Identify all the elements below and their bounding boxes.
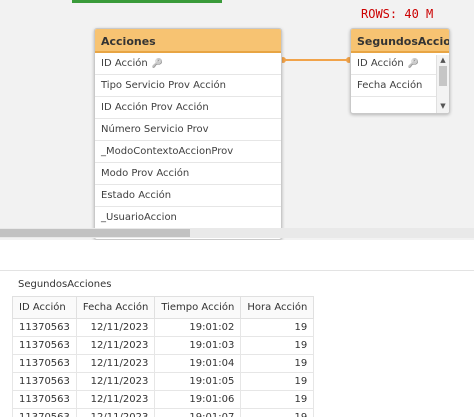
- table-cell: 19:01:04: [154, 354, 242, 373]
- table-cell: 19:01:03: [154, 336, 242, 355]
- preview-table-title: SegundosAcciones: [18, 279, 112, 290]
- table-row: 11370563 12/11/2023 19:01:06 19: [12, 390, 315, 409]
- table-cell: 12/11/2023: [75, 318, 156, 337]
- table-card-title[interactable]: Acciones: [95, 29, 281, 53]
- table-row: 11370563 12/11/2023 19:01:04 19: [12, 354, 315, 373]
- column-header[interactable]: Hora Acción: [240, 296, 315, 319]
- field-row[interactable]: Tipo Servicio Prov Acción: [95, 75, 281, 97]
- table-cell: 19: [240, 408, 315, 417]
- field-label: _UsuarioAccion: [101, 212, 177, 223]
- field-row[interactable]: ID Acción 🔑: [95, 53, 281, 75]
- table-header-row: ID Acción Fecha Acción Tiempo Acción Hora A…: [12, 296, 315, 319]
- data-preview-table: ID Acción Fecha Acción Tiempo Acción Hora A…: [12, 296, 315, 417]
- table-cell: 19: [240, 336, 315, 355]
- table-cell: 19: [240, 354, 315, 373]
- field-row[interactable]: ID Acción 🔑: [351, 53, 437, 75]
- field-label: Número Servicio Prov: [101, 124, 209, 135]
- field-label: Estado Acción: [101, 190, 172, 201]
- rows-indicator: ROWS: 40 M: [361, 7, 434, 21]
- chevron-up-icon[interactable]: ▲: [437, 55, 449, 65]
- field-list: ID Acción 🔑 Fecha Acción: [351, 53, 449, 97]
- field-label: ID Acción: [101, 58, 148, 69]
- field-label: ID Acción Prov Acción: [101, 102, 209, 113]
- table-card-segundosacciones[interactable]: SegundosAcciones ID Acción🔑Fecha Acción …: [350, 28, 450, 114]
- table-association-link[interactable]: [282, 59, 350, 61]
- field-label: _ModoContextoAccionProv: [101, 146, 234, 157]
- table-row: 11370563 12/11/2023 19:01:03 19: [12, 336, 315, 355]
- table-cell: 11370563: [12, 354, 77, 373]
- table-cell: 19:01:06: [154, 390, 242, 409]
- field-list: ID Acción 🔑 Tipo Servicio Prov Acción ID Ac…: [95, 53, 281, 229]
- key-icon: 🔑: [407, 59, 419, 69]
- table-row: 11370563 12/11/2023 19:01:05 19: [12, 372, 315, 391]
- key-icon: 🔑: [151, 59, 163, 69]
- table-cell: 19:01:05: [154, 372, 242, 391]
- table-cell: 19: [240, 390, 315, 409]
- table-cell: 12/11/2023: [75, 354, 156, 373]
- table-cell: 11370563: [12, 336, 77, 355]
- scrollbar-thumb[interactable]: [0, 229, 190, 237]
- field-row[interactable]: _UsuarioAccion: [95, 207, 281, 229]
- active-tab-indicator: [72, 0, 222, 3]
- panel-divider[interactable]: [0, 270, 474, 271]
- table-row: 1137056312/11/202319:01:0719: [12, 408, 315, 417]
- canvas-horizontal-scrollbar[interactable]: [0, 228, 474, 238]
- table-cell: 19: [240, 372, 315, 391]
- table-cell: 12/11/2023: [75, 390, 156, 409]
- field-row[interactable]: Modo Prov Acción: [95, 163, 281, 185]
- scrollbar-thumb[interactable]: [439, 66, 447, 86]
- table-cell: 12/11/2023: [75, 372, 156, 391]
- table-cell: 12/11/2023: [75, 408, 156, 417]
- field-row[interactable]: _ModoContextoAccionProv: [95, 141, 281, 163]
- field-label: Modo Prov Acción: [101, 168, 190, 179]
- table-cell: 11370563: [12, 390, 77, 409]
- field-row[interactable]: Fecha Acción: [351, 75, 437, 97]
- table-cell: 11370563: [12, 318, 77, 337]
- table-card-title[interactable]: SegundosAcciones: [351, 29, 449, 53]
- data-model-canvas[interactable]: ROWS: 40 M Acciones ID Acción 🔑 Tipo Servi…: [0, 0, 474, 240]
- table-cell: 19:01:07: [154, 408, 242, 417]
- table-cell: 19: [240, 318, 315, 337]
- field-row[interactable]: Estado Acción: [95, 185, 281, 207]
- table-body: 11370563 12/11/2023 19:01:02 19 11370563 12/1…: [12, 318, 315, 417]
- table-cell: 11370563: [12, 372, 77, 391]
- table-row: 11370563 12/11/2023 19:01:02 19: [12, 318, 315, 337]
- field-label: ID Acción: [357, 58, 404, 69]
- table-card-acciones[interactable]: Acciones ID Acción 🔑 Tipo Servicio Prov Ac…: [94, 28, 282, 240]
- table-cell: 11370563: [12, 408, 77, 417]
- field-row[interactable]: Número Servicio Prov: [95, 119, 281, 141]
- field-row[interactable]: ID Acción Prov Acción: [95, 97, 281, 119]
- table-cell: 19:01:02: [154, 318, 242, 337]
- chevron-down-icon[interactable]: ▼: [437, 101, 449, 111]
- field-list-scrollbar[interactable]: ▲ ▼: [436, 55, 449, 113]
- column-header[interactable]: ID Acción: [12, 296, 77, 319]
- column-header[interactable]: Fecha Acción: [75, 296, 156, 319]
- table-cell: 12/11/2023: [75, 336, 156, 355]
- field-label: Tipo Servicio Prov Acción: [101, 80, 226, 91]
- field-label: Fecha Acción: [357, 80, 423, 91]
- column-header[interactable]: Tiempo Acción: [154, 296, 242, 319]
